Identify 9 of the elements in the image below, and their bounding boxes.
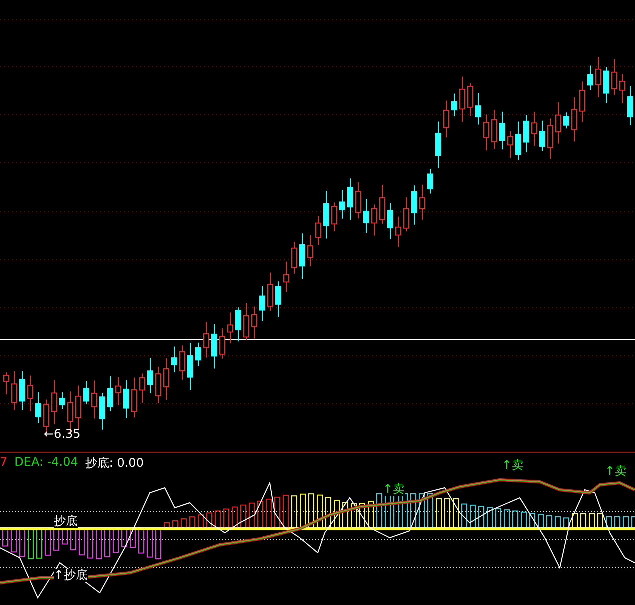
legend-value: 抄底: 0.00 xyxy=(85,455,144,472)
legend-value: DEA: -4.04 xyxy=(14,455,78,471)
low-price-label: ←6.35 xyxy=(44,427,81,441)
signal-label: 抄底 xyxy=(54,515,78,528)
signal-label: ↑卖 xyxy=(605,465,628,478)
signal-label: ↑卖 xyxy=(502,459,524,472)
signal-label: ↑卖 xyxy=(383,483,406,496)
legend-value: 7 xyxy=(0,455,8,471)
signal-label: ↑抄底 xyxy=(54,569,88,582)
